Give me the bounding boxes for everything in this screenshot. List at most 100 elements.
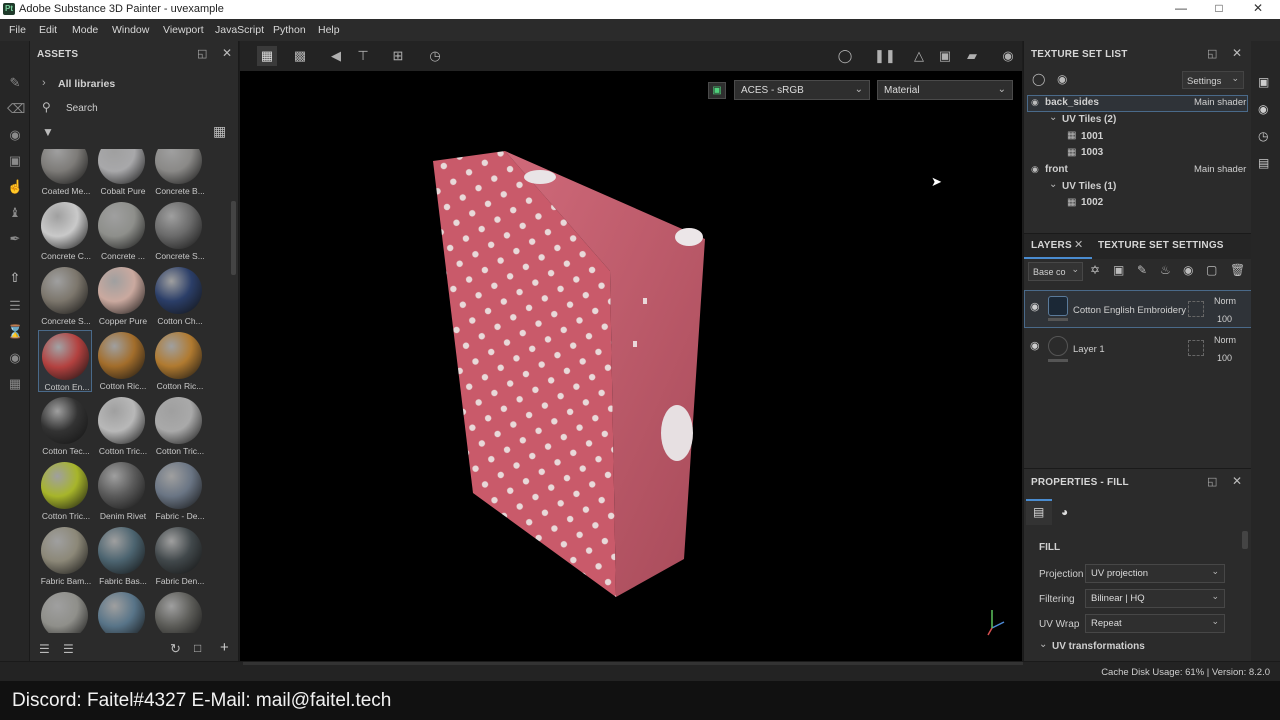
- material-tile[interactable]: Fabric Knit...: [38, 590, 92, 633]
- polygon-fill-icon[interactable]: ▣: [7, 153, 23, 169]
- tab-layers[interactable]: LAYERS: [1031, 240, 1072, 251]
- close-tab-icon[interactable]: ✕: [1074, 238, 1083, 251]
- eye-icon[interactable]: ◉: [1031, 164, 1039, 175]
- texture-set-front[interactable]: front: [1045, 164, 1068, 175]
- refresh-icon[interactable]: ↻: [170, 641, 181, 657]
- history-icon[interactable]: ◷: [1258, 129, 1268, 143]
- material-tile[interactable]: Cotton Tec...: [38, 395, 92, 457]
- opacity-value[interactable]: 100: [1217, 314, 1232, 324]
- menu-python[interactable]: Python: [273, 24, 306, 36]
- projection-dropdown[interactable]: UV projection ⌄: [1085, 564, 1225, 583]
- material-tile[interactable]: Cotton Tric...: [38, 460, 92, 522]
- material-tile[interactable]: Cobalt Pure: [95, 149, 149, 197]
- add-icon[interactable]: +: [220, 639, 229, 656]
- material-tile[interactable]: Concrete C...: [38, 200, 92, 262]
- material-tile[interactable]: Cotton Tric...: [95, 395, 149, 457]
- close-panel-icon[interactable]: ✕: [1232, 474, 1242, 488]
- material-tile[interactable]: Cotton Ric...: [152, 330, 206, 392]
- uv-tiles-group[interactable]: UV Tiles (2): [1062, 114, 1116, 125]
- mask-slot[interactable]: [1188, 340, 1204, 356]
- material-tile[interactable]: Cotton En...: [38, 330, 92, 392]
- properties-scrollbar[interactable]: [1242, 531, 1248, 549]
- chevron-right-icon[interactable]: ›: [42, 77, 46, 89]
- blend-mode[interactable]: Norm: [1214, 296, 1236, 306]
- minimize-button[interactable]: —: [1171, 1, 1191, 18]
- add-folder-icon[interactable]: ▢: [1206, 263, 1217, 277]
- add-mask-icon[interactable]: ▣: [1113, 263, 1124, 277]
- material-tile[interactable]: Concrete B...: [152, 149, 206, 197]
- uv-tiles-group[interactable]: UV Tiles (1): [1062, 181, 1116, 192]
- chevron-down-icon[interactable]: ⌄: [1049, 112, 1057, 123]
- menu-help[interactable]: Help: [318, 24, 340, 36]
- menu-javascript[interactable]: JavaScript: [215, 24, 264, 36]
- add-effect-icon[interactable]: ✡: [1090, 263, 1100, 277]
- paint-brush-icon[interactable]: ✎: [7, 75, 23, 91]
- close-panel-icon[interactable]: ✕: [222, 46, 232, 60]
- blend-mode[interactable]: Norm: [1214, 335, 1236, 345]
- eye-icon[interactable]: ◉: [1030, 300, 1040, 313]
- uv-transformations-section[interactable]: UV transformations: [1052, 641, 1145, 652]
- shader-label[interactable]: Main shader: [1194, 97, 1246, 108]
- viewport[interactable]: ▦ ▩ ◀ ⊤ ⊞ ◷ ◯ ❚❚ △ ▣ ▰ ◉ ▣ ACES - sRGB ⌄…: [240, 41, 1022, 661]
- material-tile[interactable]: Denim Rivet: [95, 460, 149, 522]
- filtering-dropdown[interactable]: Bilinear | HQ ⌄: [1085, 589, 1225, 608]
- material-sphere-icon[interactable]: ◕: [1061, 505, 1068, 519]
- search-input[interactable]: Search: [66, 103, 98, 114]
- chevron-down-icon[interactable]: ⌄: [1039, 639, 1047, 650]
- menu-mode[interactable]: Mode: [72, 24, 98, 36]
- color-picker-icon[interactable]: ✒: [7, 231, 23, 247]
- tab-texture-set-settings[interactable]: TEXTURE SET SETTINGS: [1098, 240, 1224, 251]
- menu-viewport[interactable]: Viewport: [163, 24, 204, 36]
- hide-all-icon[interactable]: ◯: [1032, 72, 1045, 86]
- material-tile[interactable]: Coated Me...: [38, 149, 92, 197]
- history-icon[interactable]: ⌛: [7, 324, 23, 340]
- eraser-icon[interactable]: ⌫: [7, 101, 25, 117]
- uv-tile-1003[interactable]: 1003: [1081, 147, 1103, 158]
- material-tile[interactable]: Fabric Bam...: [38, 525, 92, 587]
- chevron-down-icon[interactable]: ⌄: [1049, 179, 1057, 190]
- settings-dropdown[interactable]: Settings ⌄: [1182, 71, 1244, 89]
- smudge-icon[interactable]: ☝: [7, 179, 23, 195]
- display-settings-icon[interactable]: ▦: [7, 376, 23, 392]
- float-panel-icon[interactable]: ◱: [1207, 475, 1217, 488]
- camera-icon[interactable]: ◉: [7, 350, 23, 366]
- import-icon[interactable]: □: [194, 641, 201, 655]
- eye-icon[interactable]: ◉: [1057, 72, 1067, 86]
- layer-name[interactable]: Cotton English Embroidery: [1073, 305, 1186, 316]
- material-tile[interactable]: Fabric Rou...: [95, 590, 149, 633]
- uv-tile-1001[interactable]: 1001: [1081, 131, 1103, 142]
- material-tile[interactable]: Concrete S...: [38, 265, 92, 327]
- material-tile[interactable]: Fabric Den...: [152, 525, 206, 587]
- display-settings-icon[interactable]: ▣: [1258, 75, 1269, 89]
- filter-icon[interactable]: ▼: [42, 125, 54, 139]
- maximize-button[interactable]: □: [1209, 1, 1229, 18]
- add-paint-layer-icon[interactable]: ✎: [1137, 263, 1147, 277]
- assets-scrollbar[interactable]: [231, 201, 236, 275]
- material-tile[interactable]: Cotton Ch...: [152, 265, 206, 327]
- opacity-value[interactable]: 100: [1217, 353, 1232, 363]
- material-tile[interactable]: Concrete ...: [95, 200, 149, 262]
- float-panel-icon[interactable]: ◱: [197, 47, 207, 60]
- add-smart-material-icon[interactable]: ◉: [1183, 263, 1193, 277]
- eye-icon[interactable]: ◉: [1030, 339, 1040, 352]
- log-icon[interactable]: ▤: [1258, 156, 1269, 170]
- float-panel-icon[interactable]: ◱: [1207, 47, 1217, 60]
- material-tile[interactable]: Fabric Rou...: [152, 590, 206, 633]
- channel-select[interactable]: Base co ⌄: [1028, 262, 1083, 281]
- material-tile[interactable]: Cotton Ric...: [95, 330, 149, 392]
- material-tile[interactable]: Copper Pure: [95, 265, 149, 327]
- projection-icon[interactable]: ◉: [7, 127, 23, 143]
- material-tile[interactable]: Cotton Tric...: [152, 395, 206, 457]
- add-fill-layer-icon[interactable]: ♨: [1160, 263, 1171, 277]
- layer-name[interactable]: Layer 1: [1073, 344, 1105, 355]
- close-panel-icon[interactable]: ✕: [1232, 46, 1242, 60]
- eye-icon[interactable]: ◉: [1031, 97, 1039, 108]
- menu-file[interactable]: File: [9, 24, 26, 36]
- uvwrap-dropdown[interactable]: Repeat ⌄: [1085, 614, 1225, 633]
- shader-label[interactable]: Main shader: [1194, 164, 1246, 175]
- shelf-icon[interactable]: ☰: [7, 298, 23, 314]
- grid-view-icon[interactable]: ▦: [213, 123, 226, 140]
- material-tile[interactable]: Fabric Bas...: [95, 525, 149, 587]
- mask-slot[interactable]: [1188, 301, 1204, 317]
- list-filter-icon[interactable]: ☰: [63, 642, 74, 656]
